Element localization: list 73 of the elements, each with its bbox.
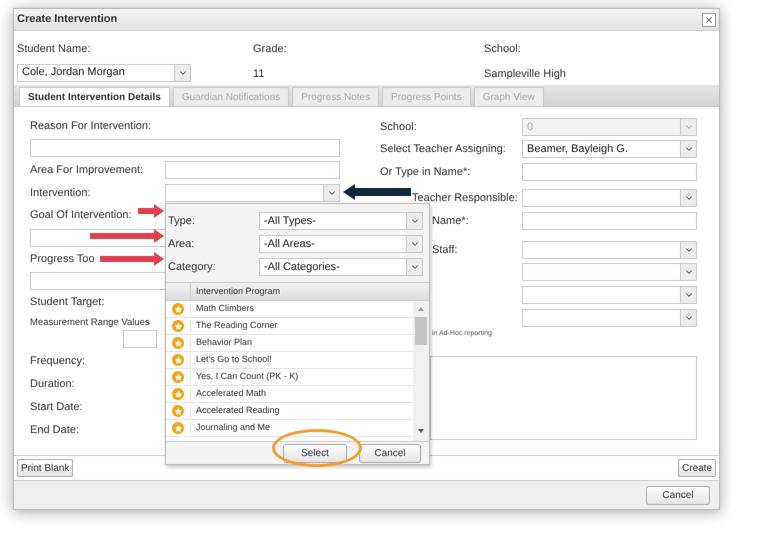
star-icon bbox=[172, 320, 184, 332]
star-icon bbox=[172, 388, 184, 400]
field-label: School: bbox=[380, 120, 418, 135]
program-item[interactable]: Accelerated Math bbox=[191, 387, 266, 401]
school-value: Sampleville High bbox=[484, 66, 567, 82]
arrow-icon bbox=[138, 204, 164, 218]
input-field[interactable] bbox=[522, 163, 697, 181]
program-item[interactable]: Journaling and Me bbox=[191, 421, 270, 435]
field-label: Or Type in Name*: bbox=[380, 164, 472, 180]
field-label: Staff: bbox=[432, 242, 458, 258]
field-label: Grade: bbox=[253, 42, 288, 57]
field-label: Goal Of Intervention: bbox=[30, 208, 132, 223]
program-item[interactable]: Behavior Plan bbox=[191, 336, 252, 350]
column-header: Intervention Program bbox=[195, 284, 282, 298]
field-label: Select Teacher Assigning: bbox=[380, 142, 507, 157]
input-field[interactable] bbox=[123, 330, 157, 348]
field-label: Intervention: bbox=[30, 186, 92, 201]
program-item[interactable]: Math Climbers bbox=[191, 302, 254, 316]
field-label: Progress Too bbox=[30, 252, 95, 267]
field-label: Type: bbox=[168, 214, 196, 229]
field-label: End Date: bbox=[30, 422, 79, 438]
dropdown[interactable] bbox=[165, 184, 340, 202]
dropdown[interactable] bbox=[522, 309, 697, 327]
grade-value: 11 bbox=[253, 66, 266, 82]
dropdown[interactable]: Beamer, Bayleigh G. bbox=[522, 140, 697, 158]
input-field[interactable] bbox=[165, 161, 340, 179]
arrow-icon bbox=[343, 184, 411, 200]
cancel-button[interactable]: Cancel bbox=[646, 486, 710, 504]
field-label: Teacher Responsible: bbox=[412, 190, 519, 206]
dropdown[interactable]: -All Categories- bbox=[259, 258, 423, 276]
star-icon bbox=[172, 405, 184, 417]
field-label: Category: bbox=[168, 260, 217, 275]
arrow-icon bbox=[100, 252, 164, 266]
field-label: Frequency: bbox=[30, 354, 86, 369]
create-button[interactable]: Create bbox=[678, 459, 716, 477]
input-field[interactable] bbox=[30, 139, 340, 157]
print-blank-button[interactable]: Print Blank bbox=[17, 459, 74, 477]
star-icon bbox=[172, 354, 184, 366]
field-label: Student Name: bbox=[17, 42, 92, 57]
dropdown[interactable] bbox=[522, 263, 697, 281]
close-icon bbox=[704, 14, 714, 24]
program-item[interactable]: Yes, I Can Count (PK - K) bbox=[191, 370, 298, 384]
input-field[interactable] bbox=[522, 212, 697, 230]
field-label: School: bbox=[484, 42, 522, 57]
star-icon bbox=[172, 303, 184, 315]
field-label: Name*: bbox=[432, 214, 470, 229]
dropdown[interactable]: -All Types- bbox=[259, 212, 423, 230]
dropdown[interactable]: Cole, Jordan Morgan bbox=[17, 64, 191, 82]
select-button[interactable]: Select bbox=[283, 444, 347, 462]
scrollbar[interactable] bbox=[413, 301, 429, 441]
popup-cancel-button[interactable]: Cancel bbox=[359, 444, 421, 462]
text-area[interactable] bbox=[430, 356, 697, 440]
field-label: Area For Improvement: bbox=[30, 162, 144, 178]
dropdown[interactable]: -All Areas- bbox=[259, 235, 423, 253]
close-button[interactable] bbox=[702, 12, 716, 26]
field-label: Duration: bbox=[30, 376, 75, 392]
field-label: Reason For Intervention: bbox=[30, 119, 152, 134]
field-label: Measurement Range Values bbox=[30, 316, 150, 330]
program-item[interactable]: Accelerated Reading bbox=[191, 404, 280, 418]
field-label: Start Date: bbox=[30, 400, 83, 415]
field-label: Student Target: bbox=[30, 294, 104, 310]
star-icon bbox=[172, 371, 184, 383]
tab[interactable]: Student Intervention Details bbox=[19, 87, 170, 106]
dropdown[interactable] bbox=[522, 241, 697, 259]
field-label: Area: bbox=[168, 236, 196, 252]
program-item[interactable]: The Reading Corner bbox=[191, 319, 278, 333]
star-icon bbox=[172, 422, 184, 434]
arrow-icon bbox=[90, 229, 164, 243]
star-icon bbox=[172, 337, 184, 349]
dropdown[interactable] bbox=[522, 189, 697, 207]
window-title: Create Intervention bbox=[17, 12, 118, 28]
dropdown[interactable] bbox=[522, 286, 697, 304]
program-item[interactable]: Let's Go to School! bbox=[191, 353, 272, 367]
